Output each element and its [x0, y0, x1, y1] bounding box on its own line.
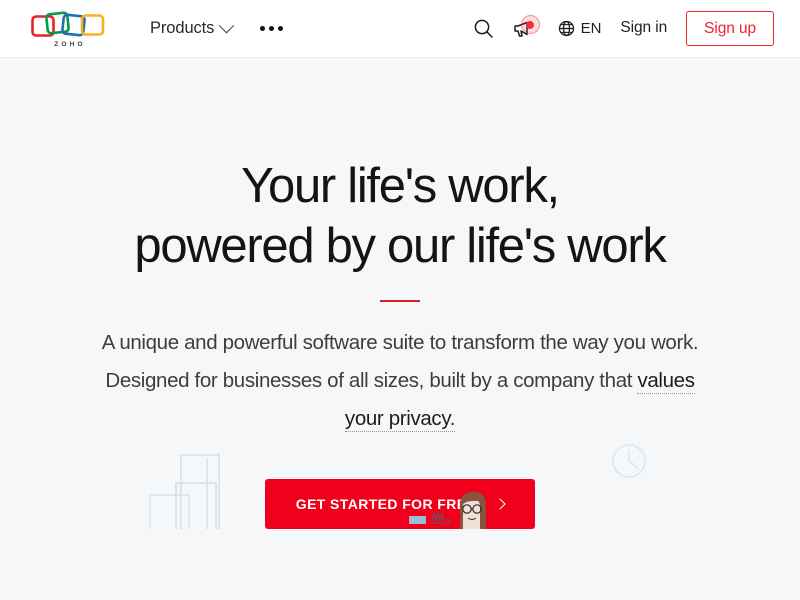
chevron-right-icon: [494, 498, 506, 510]
language-code: EN: [580, 19, 602, 37]
nav-item-products[interactable]: Products: [150, 17, 235, 38]
headline-line-1: Your life's work,: [241, 159, 560, 213]
dot: [260, 26, 266, 31]
primary-nav: Products: [150, 17, 285, 38]
announcement-button[interactable]: [513, 15, 540, 41]
site-header: ZOHO Products EN Sign in Sign up: [0, 0, 800, 58]
search-button[interactable]: [473, 18, 494, 39]
language-selector[interactable]: EN: [558, 19, 602, 37]
zoho-logo[interactable]: ZOHO: [30, 10, 108, 48]
dot: [269, 26, 275, 31]
globe-icon: [558, 20, 574, 37]
zoho-wordmark: ZOHO: [54, 40, 86, 48]
headline-line-2: powered by our life's work: [134, 219, 666, 273]
header-actions: EN Sign in Sign up: [473, 10, 774, 47]
hero-section: Your life's work, powered by our life's …: [0, 58, 800, 529]
title-divider: [380, 300, 420, 302]
chevron-down-icon: [219, 17, 235, 34]
hero-description-text: A unique and powerful software suite to …: [101, 331, 699, 392]
hero-description: A unique and powerful software suite to …: [100, 324, 700, 438]
sign-up-button[interactable]: Sign up: [686, 10, 774, 47]
more-dots-icon[interactable]: [258, 20, 285, 37]
get-started-label: GET STARTED FOR FREE: [295, 496, 477, 512]
search-icon: [474, 19, 493, 38]
bar-chart-outline: [149, 459, 217, 529]
dot: [278, 26, 284, 31]
page-title: Your life's work, powered by our life's …: [0, 156, 800, 276]
nav-item-products-label: Products: [150, 19, 215, 37]
get-started-button[interactable]: GET STARTED FOR FREE: [264, 479, 536, 529]
clock-outline: [612, 444, 646, 478]
sign-in-link[interactable]: Sign in: [620, 19, 667, 37]
zoho-logo-icon: [31, 11, 105, 37]
bar-chart-bar-tall: [180, 453, 220, 529]
